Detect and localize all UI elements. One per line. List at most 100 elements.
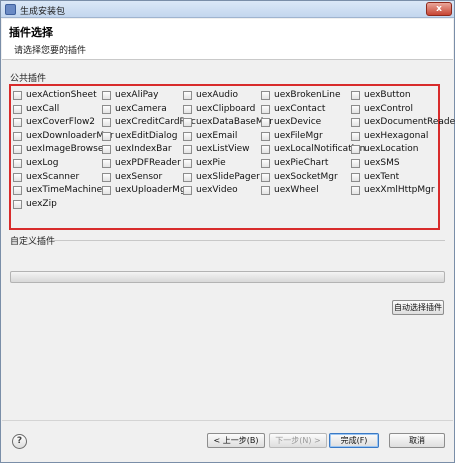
- plugin-label: uexDevice: [274, 117, 322, 128]
- plugin-label: uexTimeMachine: [26, 185, 103, 196]
- plugin-checkbox[interactable]: [261, 91, 270, 100]
- help-icon[interactable]: ?: [12, 434, 27, 449]
- plugin-label: uexCall: [26, 103, 60, 114]
- plugin-checkbox[interactable]: [183, 104, 192, 114]
- custom-plugins-divider: [54, 240, 445, 241]
- close-icon: x: [436, 4, 442, 14]
- plugin-checkbox[interactable]: [351, 104, 360, 114]
- plugin-label: uexUploaderMgr: [115, 185, 190, 196]
- plugin-label: uexContact: [274, 103, 326, 114]
- plugin-checkbox[interactable]: [183, 172, 192, 182]
- plugin-label: uexImageBrowser: [26, 144, 108, 155]
- finish-button[interactable]: 完成(F): [329, 433, 379, 448]
- next-button[interactable]: 下一步(N) >: [269, 433, 327, 448]
- plugin-checkbox[interactable]: [261, 186, 270, 196]
- plugin-label: uexBrokenLine: [274, 90, 341, 100]
- plugin-checkbox[interactable]: [183, 131, 192, 141]
- plugin-checkbox[interactable]: [183, 91, 192, 100]
- cancel-button[interactable]: 取消: [389, 433, 445, 448]
- plugin-checkbox[interactable]: [102, 118, 111, 128]
- plugin-checkbox[interactable]: [261, 104, 270, 114]
- plugin-label: uexClipboard: [196, 103, 256, 114]
- title-bar: 生成安装包 x: [1, 1, 454, 18]
- footer: ? < 上一步(B) 下一步(N) > 完成(F) 取消: [2, 420, 453, 461]
- plugin-label: uexSensor: [115, 171, 163, 182]
- plugin-label: uexXmlHttpMgr: [364, 185, 435, 196]
- plugin-checkbox[interactable]: [102, 104, 111, 114]
- plugin-label: uexAliPay: [115, 90, 159, 100]
- plugin-checkbox[interactable]: [183, 159, 192, 168]
- progress-bar: [10, 271, 445, 283]
- plugin-label: uexScanner: [26, 171, 80, 182]
- page-title: 插件选择: [9, 26, 53, 39]
- plugin-label: uexIndexBar: [115, 144, 172, 155]
- plugin-checkbox[interactable]: [351, 131, 360, 141]
- plugin-label: uexCoverFlow2: [26, 117, 96, 128]
- plugin-checkbox[interactable]: [351, 118, 360, 128]
- plugin-label: uexVideo: [196, 185, 238, 196]
- plugin-label: uexFileMgr: [274, 130, 323, 141]
- plugin-checkbox[interactable]: [102, 172, 111, 182]
- plugin-checkbox[interactable]: [13, 199, 22, 209]
- plugin-label: uexActionSheet: [26, 90, 97, 100]
- plugin-checkbox[interactable]: [183, 145, 192, 155]
- plugin-checkbox[interactable]: [261, 131, 270, 141]
- dialog-window: 生成安装包 x 插件选择 请选择您要的插件 公共插件 uexActionShee…: [0, 0, 455, 463]
- plugin-checkbox[interactable]: [102, 186, 111, 196]
- plugin-checkbox[interactable]: [102, 145, 111, 155]
- plugin-label: uexEmail: [196, 130, 238, 141]
- plugin-label: uexSMS: [364, 158, 400, 168]
- plugin-checkbox[interactable]: [261, 159, 270, 168]
- plugin-label: uexSlidePager: [196, 171, 260, 182]
- plugin-checkbox[interactable]: [13, 159, 22, 168]
- public-plugins-label: 公共插件: [10, 74, 47, 84]
- back-button[interactable]: < 上一步(B): [207, 433, 265, 448]
- plugin-checkbox[interactable]: [102, 91, 111, 100]
- plugin-label: uexPieChart: [274, 158, 329, 168]
- plugin-checkbox[interactable]: [13, 104, 22, 114]
- plugin-checkbox[interactable]: [351, 159, 360, 168]
- window-title: 生成安装包: [20, 7, 66, 17]
- custom-plugins-label: 自定义插件: [10, 237, 56, 247]
- plugin-checkbox[interactable]: [13, 91, 22, 100]
- plugin-label: uexCamera: [115, 103, 167, 114]
- header-banner: 插件选择 请选择您要的插件: [2, 19, 453, 60]
- plugin-label: uexLog: [26, 158, 59, 168]
- plugin-checkbox[interactable]: [102, 159, 111, 168]
- plugin-label: uexHexagonal: [364, 130, 429, 141]
- plugin-checkbox[interactable]: [13, 186, 22, 196]
- plugin-checkbox[interactable]: [351, 172, 360, 182]
- close-button[interactable]: x: [426, 2, 452, 16]
- plugin-label: uexListView: [196, 144, 250, 155]
- plugin-label: uexZip: [26, 198, 57, 209]
- plugin-checkbox[interactable]: [351, 91, 360, 100]
- plugin-label: uexTent: [364, 171, 400, 182]
- plugin-checkbox[interactable]: [261, 145, 270, 155]
- plugin-label: uexEditDialog: [115, 130, 178, 141]
- plugin-label: uexLocation: [364, 144, 419, 155]
- plugin-checkbox[interactable]: [183, 118, 192, 128]
- plugin-label: uexDocumentReader: [364, 117, 455, 128]
- auto-select-button[interactable]: 自动选择插件: [392, 300, 444, 315]
- plugin-label: uexButton: [364, 90, 411, 100]
- public-plugins-panel: uexActionSheet uexAliPay uexAudio uexBroken…: [9, 84, 455, 230]
- app-icon: [5, 4, 16, 15]
- plugin-checkbox[interactable]: [183, 186, 192, 196]
- plugin-checkbox[interactable]: [261, 172, 270, 182]
- plugin-checkbox[interactable]: [351, 186, 360, 196]
- plugin-checkbox[interactable]: [13, 172, 22, 182]
- plugin-label: uexWheel: [274, 185, 319, 196]
- plugin-label: uexControl: [364, 103, 413, 114]
- plugin-label: uexSocketMgr: [274, 171, 338, 182]
- plugin-checkbox[interactable]: [13, 118, 22, 128]
- plugin-label: uexPDFReader: [115, 158, 181, 168]
- plugin-label: uexPie: [196, 158, 226, 168]
- plugin-checkbox[interactable]: [261, 118, 270, 128]
- plugin-checkbox[interactable]: [13, 145, 22, 155]
- page-subtitle: 请选择您要的插件: [14, 46, 87, 56]
- plugin-checkbox[interactable]: [102, 131, 111, 141]
- plugin-checkbox[interactable]: [13, 131, 22, 141]
- plugin-label: uexAudio: [196, 90, 238, 100]
- plugin-label: uexDownloaderMgr: [26, 130, 114, 141]
- plugin-checkbox[interactable]: [351, 145, 360, 155]
